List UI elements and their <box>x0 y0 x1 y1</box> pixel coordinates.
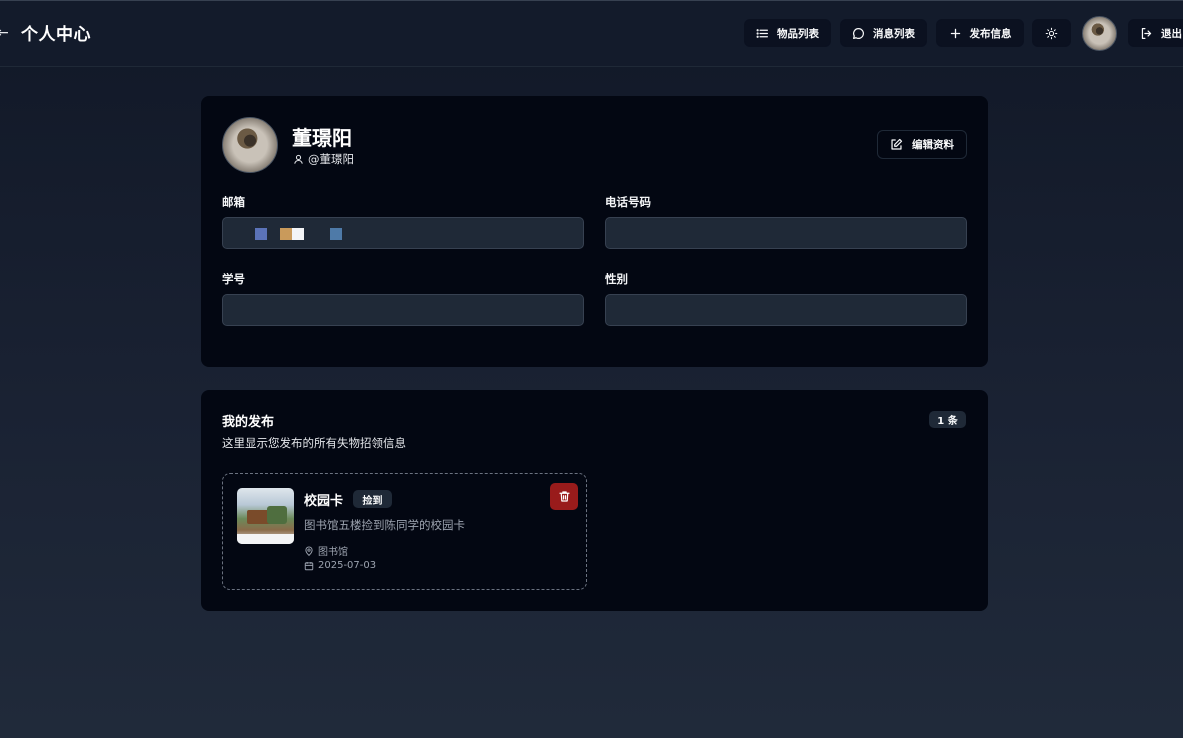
email-label: 邮箱 <box>222 195 245 209</box>
logout-icon <box>1141 27 1152 39</box>
phone-label: 电话号码 <box>605 195 651 209</box>
posts-subtitle: 这里显示您发布的所有失物招领信息 <box>222 436 406 450</box>
message-icon <box>853 27 864 39</box>
user-icon <box>294 154 303 164</box>
profile-username-row: @董璟阳 <box>293 151 354 167</box>
delete-post-button[interactable] <box>550 483 578 510</box>
header-avatar[interactable] <box>1082 16 1117 51</box>
profile-card: 董璟阳 @董璟阳 编辑资料 邮箱 电话号码 学号 性别 <box>201 96 988 367</box>
redacted-pixel <box>255 228 267 240</box>
plus-icon <box>950 28 960 38</box>
back-arrow-icon[interactable]: ← <box>0 25 9 41</box>
messages-list-button[interactable]: 消息列表 <box>840 19 927 47</box>
gender-field[interactable] <box>605 294 967 326</box>
posts-count-badge: 1 条 <box>929 411 966 428</box>
publish-label: 发布信息 <box>969 27 1012 40</box>
redacted-pixel <box>280 228 292 240</box>
profile-username: @董璟阳 <box>308 152 354 166</box>
edit-icon <box>891 138 903 150</box>
map-pin-icon <box>305 546 313 556</box>
email-field[interactable] <box>222 217 584 249</box>
post-item-description: 图书馆五楼捡到陈同学的校园卡 <box>304 518 465 532</box>
messages-list-label: 消息列表 <box>873 27 915 40</box>
profile-name: 董璟阳 <box>292 126 352 150</box>
logout-label: 退出 <box>1161 27 1182 40</box>
trash-icon <box>558 491 570 502</box>
redacted-pixel <box>292 228 304 240</box>
post-item-date: 2025-07-03 <box>318 560 377 571</box>
list-icon <box>756 28 768 38</box>
student-id-label: 学号 <box>222 272 245 286</box>
calendar-icon <box>304 561 314 570</box>
redacted-pixel <box>330 228 342 240</box>
post-item-thumbnail <box>237 488 294 544</box>
phone-field[interactable] <box>605 217 967 249</box>
publish-button[interactable]: 发布信息 <box>936 19 1024 47</box>
items-list-label: 物品列表 <box>777 27 819 40</box>
top-bar: ← 个人中心 物品列表 消息列表 发布信息 退出 <box>0 0 1183 67</box>
post-item-date-row: 2025-07-03 <box>304 560 376 571</box>
items-list-button[interactable]: 物品列表 <box>744 19 831 47</box>
logout-button[interactable]: 退出 <box>1128 19 1183 47</box>
theme-toggle-button[interactable] <box>1032 19 1071 47</box>
my-posts-card: 我的发布 这里显示您发布的所有失物招领信息 1 条 校园卡 捡到 图书馆五楼捡到… <box>201 390 988 611</box>
gender-label: 性别 <box>605 272 628 286</box>
edit-profile-label: 编辑资料 <box>912 139 954 151</box>
post-item-tag: 捡到 <box>353 490 392 508</box>
post-item-location: 图书馆 <box>318 547 348 558</box>
post-item-location-row: 图书馆 <box>304 543 348 558</box>
post-item-card[interactable]: 校园卡 捡到 图书馆五楼捡到陈同学的校园卡 图书馆 2025-07-03 <box>222 473 587 590</box>
student-id-field[interactable] <box>222 294 584 326</box>
page-title: 个人中心 <box>21 25 91 45</box>
sun-icon <box>1045 27 1058 39</box>
edit-profile-button[interactable]: 编辑资料 <box>877 130 967 159</box>
profile-avatar <box>222 117 278 173</box>
posts-title: 我的发布 <box>222 415 275 430</box>
post-item-title: 校园卡 <box>304 494 344 509</box>
